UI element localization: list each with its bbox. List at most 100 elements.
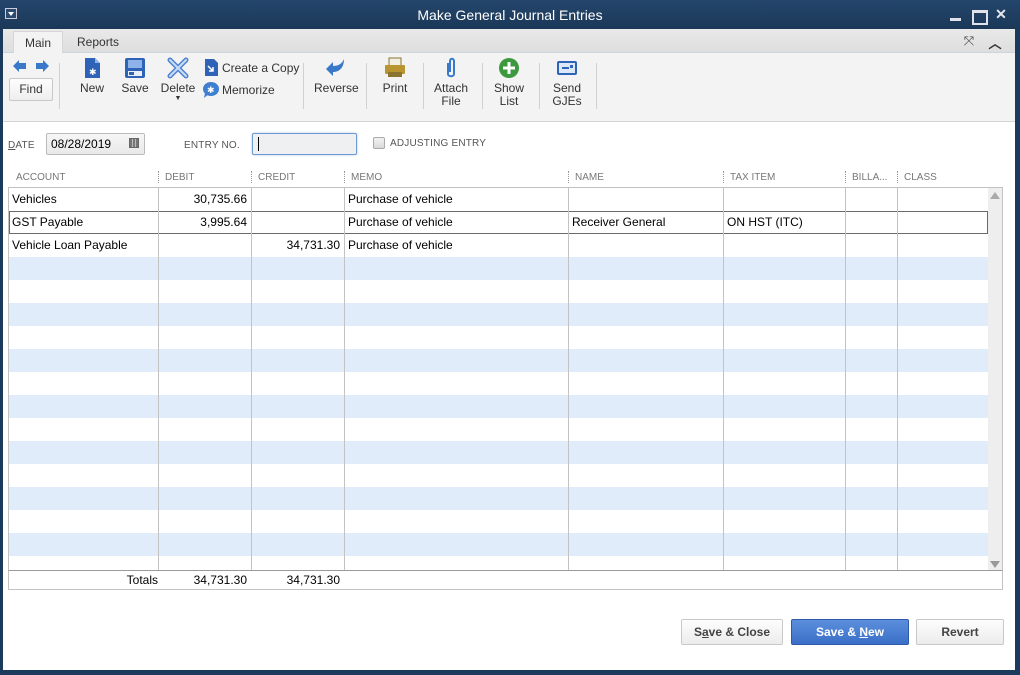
debit-cell[interactable]: 30,735.66 [159, 188, 251, 211]
send-label-2: GJEs [552, 94, 582, 108]
column-resizer[interactable] [845, 171, 846, 183]
previous-arrow-icon[interactable] [13, 59, 27, 73]
find-button[interactable]: Find [9, 78, 53, 101]
billable-cell[interactable] [846, 188, 897, 211]
col-credit[interactable]: CREDIT [258, 172, 295, 183]
empty-row[interactable] [9, 510, 988, 533]
show-list-button[interactable]: Show List [493, 57, 525, 108]
window-title: Make General Journal Entries [417, 7, 603, 23]
memo-cell[interactable]: Purchase of vehicle [345, 211, 568, 234]
delete-dropdown-icon[interactable]: ▼ [160, 95, 196, 103]
class-cell[interactable] [898, 234, 988, 257]
scroll-up-arrow-icon[interactable] [990, 192, 1000, 199]
attach-file-button[interactable]: Attach File [433, 57, 469, 108]
column-resizer[interactable] [568, 171, 569, 183]
empty-row[interactable] [9, 372, 988, 395]
save-new-mnemonic: N [859, 625, 868, 639]
class-cell[interactable] [898, 211, 988, 234]
scroll-down-arrow-icon[interactable] [990, 561, 1000, 568]
reverse-button[interactable]: Reverse [314, 57, 359, 95]
memorize-button[interactable]: ✱ Memorize [202, 81, 275, 99]
account-cell[interactable]: GST Payable [9, 211, 158, 234]
credit-cell[interactable] [252, 211, 344, 234]
col-account[interactable]: ACCOUNT [16, 172, 65, 183]
memo-cell[interactable]: Purchase of vehicle [345, 188, 568, 211]
expand-icon[interactable]: ⤧ [961, 33, 977, 49]
vertical-scrollbar[interactable] [988, 188, 1002, 570]
save-button[interactable]: Save [120, 57, 150, 95]
maximize-button[interactable] [970, 6, 988, 25]
empty-row[interactable] [9, 441, 988, 464]
column-divider [897, 188, 898, 570]
table-row-selected[interactable]: GST Payable 3,995.64 Purchase of vehicle… [9, 211, 988, 234]
column-resizer[interactable] [344, 171, 345, 183]
col-tax-item[interactable]: TAX ITEM [730, 172, 775, 183]
empty-row[interactable] [9, 280, 988, 303]
class-cell[interactable] [898, 188, 988, 211]
col-name[interactable]: NAME [575, 172, 604, 183]
name-cell[interactable]: Receiver General [569, 211, 723, 234]
grid-header: ACCOUNT DEBIT CREDIT MEMO NAME TAX ITEM … [8, 169, 998, 187]
new-button[interactable]: ✱ New [77, 57, 107, 95]
show-list-label-2: List [499, 94, 519, 108]
col-billable[interactable]: BILLA... [852, 172, 888, 183]
tax-item-cell[interactable]: ON HST (ITC) [724, 211, 845, 234]
billable-cell[interactable] [846, 234, 897, 257]
toolbar: Find ✱ New Save Delete ▼ Create a Copy ✱… [3, 53, 1015, 122]
send-gjes-button[interactable]: Send GJEs [550, 57, 584, 108]
empty-row[interactable] [9, 464, 988, 487]
empty-row[interactable] [9, 533, 988, 556]
col-debit[interactable]: DEBIT [165, 172, 194, 183]
debit-cell[interactable]: 3,995.64 [159, 211, 251, 234]
empty-row[interactable] [9, 326, 988, 349]
adjusting-entry-checkbox[interactable] [373, 137, 385, 149]
save-close-button[interactable]: Save & Close [681, 619, 783, 645]
create-copy-button[interactable]: Create a Copy [202, 59, 299, 77]
totals-label: Totals [126, 573, 158, 587]
calendar-icon[interactable] [129, 138, 139, 148]
tax-item-cell[interactable] [724, 188, 845, 211]
table-row[interactable]: Vehicles 30,735.66 Purchase of vehicle [9, 188, 988, 211]
empty-row[interactable] [9, 257, 988, 280]
empty-row[interactable] [9, 556, 988, 570]
date-field[interactable]: 08/28/2019 [46, 133, 145, 155]
empty-row[interactable] [9, 395, 988, 418]
empty-row[interactable] [9, 303, 988, 326]
toolbar-divider [482, 63, 483, 109]
credit-cell[interactable]: 34,731.30 [252, 234, 344, 257]
collapse-ribbon-icon[interactable]: ︿ [987, 33, 1003, 51]
column-resizer[interactable] [723, 171, 724, 183]
next-arrow-icon[interactable] [35, 59, 49, 73]
column-resizer[interactable] [897, 171, 898, 183]
tab-main[interactable]: Main [13, 31, 64, 53]
column-divider [723, 188, 724, 570]
col-class[interactable]: CLASS [904, 172, 937, 183]
show-list-label-1: Show [493, 81, 525, 95]
revert-button[interactable]: Revert [916, 619, 1004, 645]
close-button[interactable]: ✕ [993, 6, 1009, 22]
account-cell[interactable]: Vehicle Loan Payable [9, 234, 158, 257]
tax-item-cell[interactable] [724, 234, 845, 257]
tab-reports[interactable]: Reports [66, 31, 130, 53]
empty-row[interactable] [9, 487, 988, 510]
delete-x-icon [167, 57, 189, 79]
delete-button[interactable]: Delete ▼ [160, 57, 196, 103]
minimize-button[interactable] [948, 6, 964, 22]
table-row[interactable]: Vehicle Loan Payable 34,731.30 Purchase … [9, 234, 988, 257]
empty-row[interactable] [9, 418, 988, 441]
entry-no-field[interactable] [252, 133, 357, 155]
attach-label-2: File [441, 94, 461, 108]
debit-cell[interactable] [159, 234, 251, 257]
account-cell[interactable]: Vehicles [9, 188, 158, 211]
name-cell[interactable] [569, 234, 723, 257]
col-memo[interactable]: MEMO [351, 172, 382, 183]
billable-cell[interactable] [846, 211, 897, 234]
name-cell[interactable] [569, 188, 723, 211]
credit-cell[interactable] [252, 188, 344, 211]
memo-cell[interactable]: Purchase of vehicle [345, 234, 568, 257]
empty-row[interactable] [9, 349, 988, 372]
column-resizer[interactable] [251, 171, 252, 183]
print-button[interactable]: Print [380, 57, 410, 95]
column-resizer[interactable] [158, 171, 159, 183]
save-new-button[interactable]: Save & New [791, 619, 909, 645]
